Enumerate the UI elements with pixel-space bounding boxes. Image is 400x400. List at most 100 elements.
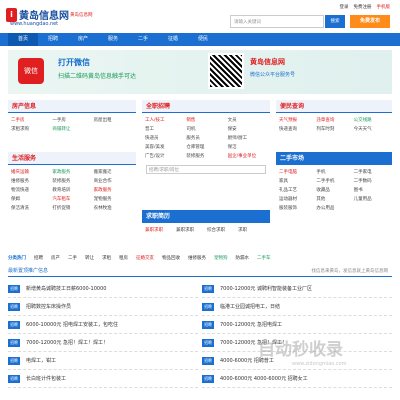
list-item-title[interactable]: 6000-10000元 招电焊工安装工，包吃住: [26, 321, 118, 328]
list-item-title[interactable]: 电焊工，钳工: [26, 357, 56, 364]
job-link[interactable]: 快递员: [145, 135, 184, 141]
list-item[interactable]: 招聘 长白班计件包装工: [8, 370, 198, 388]
nav-secondhand[interactable]: 二手: [128, 33, 158, 46]
register-link[interactable]: 免费注册: [354, 4, 372, 10]
job-link[interactable]: 保洁: [228, 144, 267, 150]
list-item-title[interactable]: 招聘数控车床操作员: [26, 303, 71, 310]
tag-link[interactable]: 征婚交友: [136, 255, 154, 261]
search-button[interactable]: 搜索: [325, 15, 345, 28]
job-link[interactable]: 装修服务: [186, 153, 225, 159]
life-link[interactable]: 教育培训: [52, 187, 91, 193]
nav-dating[interactable]: 征婚: [158, 33, 188, 46]
nav-service[interactable]: 服务: [98, 33, 128, 46]
market-link[interactable]: 服装服饰: [279, 205, 314, 211]
house-link[interactable]: 商铺转让: [52, 126, 91, 132]
resume-link[interactable]: 兼职求职: [145, 227, 174, 233]
job-link[interactable]: 销售: [186, 117, 225, 123]
convenience-link[interactable]: 今天天气: [354, 126, 389, 132]
market-link[interactable]: 运动器材: [279, 196, 314, 202]
list-item[interactable]: 招聘 新增黄岛诚聘技工日薪6000-10000: [8, 280, 198, 298]
tag-link[interactable]: 二手: [68, 255, 77, 261]
market-link[interactable]: 二手数码: [354, 178, 389, 184]
job-link[interactable]: 文员: [228, 117, 267, 123]
list-item[interactable]: 招聘 招聘数控车床操作员: [8, 298, 198, 316]
nav-convenience[interactable]: 便民: [188, 33, 218, 46]
convenience-link[interactable]: 列车时刻: [316, 126, 351, 132]
market-link[interactable]: 儿童用品: [354, 196, 389, 202]
tag-link[interactable]: 二手车: [257, 255, 271, 261]
nav-home[interactable]: 首页: [8, 33, 38, 46]
life-link[interactable]: 打折促销: [52, 205, 91, 211]
resume-link[interactable]: 兼职求职: [176, 227, 205, 233]
nav-jobs[interactable]: 招聘: [38, 33, 68, 46]
market-link[interactable]: 手机: [316, 169, 351, 175]
tag-link[interactable]: 转让: [85, 255, 94, 261]
market-link[interactable]: 办公用品: [316, 205, 351, 211]
list-item[interactable]: 招聘 临港工业园诚招电工，日结: [202, 298, 392, 316]
market-link[interactable]: 其他: [316, 196, 351, 202]
life-link[interactable]: 装修服务: [52, 178, 91, 184]
life-link[interactable]: 婚庆运输: [11, 169, 50, 175]
site-logo[interactable]: 黄岛信息网: [19, 7, 69, 22]
house-link[interactable]: 房屋出租: [94, 117, 133, 123]
mobile-link[interactable]: 手机版: [377, 4, 391, 10]
tag-link[interactable]: 物品回收: [162, 255, 180, 261]
tag-link[interactable]: 租房: [119, 255, 128, 261]
list-item-title[interactable]: 4000-6000元 4000-6000元 招聘女工: [220, 375, 308, 382]
tag-link[interactable]: 房产: [51, 255, 60, 261]
list-item[interactable]: 招聘 7000-12000元 诚聘利智能装备工业厂区: [202, 280, 392, 298]
convenience-link[interactable]: 快递查询: [279, 126, 314, 132]
job-link[interactable]: 厨师/厨工: [228, 135, 267, 141]
tag-link[interactable]: 招聘: [34, 255, 43, 261]
life-link[interactable]: 维修服务: [11, 178, 50, 184]
life-link[interactable]: 保洁清洗: [11, 205, 50, 211]
search-input[interactable]: 请输入关键词: [230, 15, 324, 28]
list-item-title[interactable]: 新增黄岛诚聘技工日薪6000-10000: [26, 285, 106, 292]
market-link[interactable]: 礼品工艺: [279, 187, 314, 193]
house-link[interactable]: 一手房: [52, 117, 91, 123]
convenience-link[interactable]: 公交线路: [354, 117, 389, 123]
job-link[interactable]: 仓库管理: [186, 144, 225, 150]
tag-link[interactable]: 防漏水: [236, 255, 250, 261]
post-button[interactable]: 免费发布: [350, 15, 390, 28]
market-link[interactable]: 二手家电: [354, 169, 389, 175]
life-link[interactable]: 农林牧渔: [94, 205, 133, 211]
market-link[interactable]: 收藏品: [316, 187, 351, 193]
life-link[interactable]: 家政服务: [94, 187, 133, 193]
convenience-link[interactable]: 天气预报: [279, 117, 314, 123]
life-link[interactable]: 家政服务: [52, 169, 91, 175]
tag-link[interactable]: 维修服务: [188, 255, 206, 261]
resume-link[interactable]: 综合求职: [207, 227, 236, 233]
login-link[interactable]: 登录: [340, 4, 349, 10]
life-link[interactable]: 物流快递: [11, 187, 50, 193]
list-item-title[interactable]: 7000-12000元 诚聘利智能装备工业厂区: [220, 285, 312, 292]
list-item-title[interactable]: 7000-12000元 急招！焊工！焊工！: [26, 339, 108, 346]
market-link[interactable]: 图书: [354, 187, 389, 193]
job-link[interactable]: 服务员: [186, 135, 225, 141]
life-link[interactable]: 宠物服务: [94, 196, 133, 202]
list-item-title[interactable]: 长白班计件包装工: [26, 375, 66, 382]
house-link[interactable]: 求租求购: [11, 126, 50, 132]
job-link[interactable]: 普工: [145, 126, 184, 132]
list-item[interactable]: 招聘 6000-10000元 招电焊工安装工，包吃住: [8, 316, 198, 334]
tag-link[interactable]: 宠物狗: [214, 255, 228, 261]
life-link[interactable]: 保姆: [11, 196, 50, 202]
market-link[interactable]: 二手电脑: [279, 169, 314, 175]
resume-link[interactable]: 求职: [238, 227, 267, 233]
market-link[interactable]: 家具: [279, 178, 314, 184]
list-item[interactable]: 招聘 4000-6000元 4000-6000元 招聘女工: [202, 370, 392, 388]
job-link[interactable]: 广告/设计: [145, 153, 184, 159]
list-item[interactable]: 招聘 电焊工，钳工: [8, 352, 198, 370]
life-link[interactable]: 汽车租车: [52, 196, 91, 202]
life-link[interactable]: 搬家搬迁: [94, 169, 133, 175]
house-link[interactable]: 二手房: [11, 117, 50, 123]
life-link[interactable]: 商业合作: [94, 178, 133, 184]
jobs-search-input[interactable]: 招聘/求职/岗位: [146, 165, 266, 174]
list-item[interactable]: 招聘 7000-12000元 急招电焊工: [202, 316, 392, 334]
job-link[interactable]: 工人/技工: [145, 117, 184, 123]
list-item-title[interactable]: 7000-12000元 急招电焊工: [220, 321, 282, 328]
list-item-title[interactable]: 临港工业园诚招电工，日结: [220, 303, 280, 310]
market-link[interactable]: 二手手机: [316, 178, 351, 184]
job-link[interactable]: 国企/事业单位: [228, 153, 267, 159]
nav-house[interactable]: 房产: [68, 33, 98, 46]
